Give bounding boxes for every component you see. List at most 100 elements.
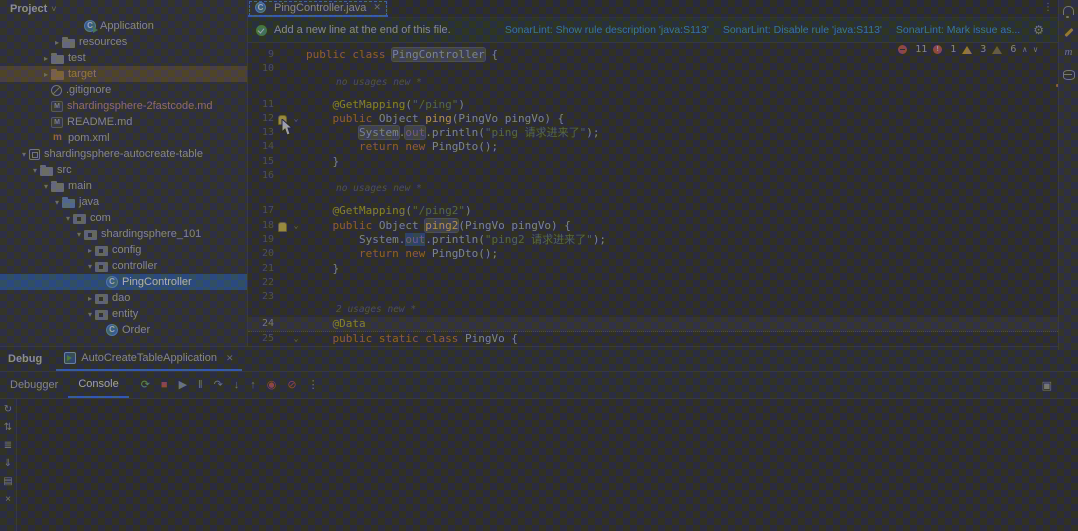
collapsed-arrow-icon[interactable]: ▸ [41, 70, 51, 79]
gear-icon[interactable]: ⚙ [1033, 23, 1044, 37]
line-number: 23 [248, 290, 274, 304]
weak-warning-count: 6 [1010, 44, 1016, 55]
tree-item-pom-xml[interactable]: mpom.xml [0, 130, 247, 146]
step-out-button[interactable]: ↑ [250, 380, 256, 391]
soft-wrap-icon[interactable]: ≣ [4, 440, 12, 451]
sort-icon[interactable]: ⇅ [4, 422, 12, 433]
code-area[interactable]: 11 !1 3 6 ∧ ∨ 9public class PingControll… [248, 43, 1078, 346]
tree-item-label: java [79, 196, 99, 208]
line-number: 20 [248, 247, 274, 261]
view-breakpoints-button[interactable]: ◉ [267, 380, 277, 391]
project-panel-title[interactable]: Project [10, 3, 47, 15]
inspections-widget[interactable]: 11 !1 3 6 ∧ ∨ [898, 44, 1038, 55]
fold-arrow-icon[interactable]: ⌄ [290, 219, 302, 233]
code-lines: 9public class PingController {10no usage… [248, 48, 1078, 346]
inlay-hint: no usages new * [248, 183, 1078, 204]
tree-item-resources[interactable]: ▸resources [0, 34, 247, 50]
sonarlint-link[interactable]: SonarLint: Mark issue as... [896, 24, 1020, 36]
layout-settings-icon[interactable]: ▣ [1042, 379, 1052, 392]
fold-arrow-icon[interactable]: ⌄ [290, 332, 302, 346]
tree-item-shardingsphere-2fastcode-md[interactable]: Mshardingsphere-2fastcode.md [0, 98, 247, 114]
clear-icon[interactable]: × [5, 494, 11, 505]
collapsed-arrow-icon[interactable]: ▸ [85, 294, 95, 303]
tree-item-shardingsphere-101[interactable]: ▾shardingsphere_101 [0, 226, 247, 242]
print-icon[interactable]: ▤ [3, 476, 12, 487]
database-icon[interactable] [1063, 70, 1075, 80]
resume-button[interactable]: ▶ [179, 380, 187, 391]
debug-panel-title[interactable]: Debug [0, 353, 56, 365]
run-config-tab[interactable]: AutoCreateTableApplication ✕ [56, 347, 241, 371]
expanded-arrow-icon[interactable]: ▾ [41, 182, 51, 191]
pkg-icon [95, 310, 108, 320]
tree-item-java[interactable]: ▾ java [0, 194, 247, 210]
tree-item-label: controller [112, 260, 157, 272]
tree-item-label: shardingsphere-autocreate-table [44, 148, 203, 160]
folder-src-icon [62, 199, 75, 208]
expanded-arrow-icon[interactable]: ▾ [19, 150, 29, 159]
tree-item-test[interactable]: ▸test [0, 50, 247, 66]
line-number: 13 [248, 126, 274, 140]
chevron-down-icon[interactable]: ˅ [51, 4, 56, 14]
rerun-icon[interactable]: ↻ [4, 404, 12, 415]
pkg-icon [84, 230, 97, 240]
close-icon[interactable]: ✕ [373, 2, 381, 13]
expanded-arrow-icon[interactable]: ▾ [52, 198, 62, 207]
tree-item-src[interactable]: ▾src [0, 162, 247, 178]
line-number: 17 [248, 204, 274, 218]
code-line-12: 12⌄ public Object ping(PingVo pingVo) { [248, 112, 1078, 126]
collapsed-arrow-icon[interactable]: ▸ [85, 246, 95, 255]
folder-icon [40, 167, 53, 176]
code-line-13: 13 System.out.println("ping 请求进来了"); [248, 126, 1078, 140]
project-tree: CApplication▸resources▸test▸target.gitig… [0, 18, 247, 338]
intention-bulb-icon[interactable] [278, 222, 287, 232]
tree-item-main[interactable]: ▾main [0, 178, 247, 194]
editor-tab-pingcontroller[interactable]: C PingController.java ✕ [248, 0, 388, 17]
tree-item-application[interactable]: CApplication [0, 18, 247, 34]
editor-options-icon[interactable]: ⋮ [1043, 2, 1054, 13]
tree-item-com[interactable]: ▾com [0, 210, 247, 226]
expanded-arrow-icon[interactable]: ▾ [74, 230, 84, 239]
pause-button[interactable]: ‖ [198, 380, 203, 391]
collapsed-arrow-icon[interactable]: ▸ [41, 54, 51, 63]
tree-item-target[interactable]: ▸target [0, 66, 247, 82]
sonarlint-link[interactable]: SonarLint: Show rule description 'java:S… [505, 24, 709, 36]
tree-item-readme-md[interactable]: MREADME.md [0, 114, 247, 130]
rerun-button[interactable]: ⟳ [141, 380, 150, 391]
scroll-to-end-icon[interactable]: ⇓ [4, 458, 12, 469]
step-over-button[interactable]: ↷ [214, 380, 223, 391]
tree-item-pingcontroller[interactable]: CPingController [0, 274, 247, 290]
sonarlint-link[interactable]: SonarLint: Disable rule 'java:S113' [723, 24, 882, 36]
maven-icon[interactable]: m [1065, 46, 1073, 58]
console-area[interactable]: ↻ ⇅ ≣ ⇓ ▤ × [0, 399, 1078, 531]
error-count: 1 [950, 44, 956, 55]
debug-tab-debugger[interactable]: Debugger [0, 372, 68, 398]
tree-item-controller[interactable]: ▾ controller [0, 258, 247, 274]
tree-item-shardingsphere-autocreate-table[interactable]: ▾ shardingsphere-autocreate-table [0, 146, 247, 162]
weak-warning-icon [992, 46, 1002, 54]
next-issue-icon[interactable]: ∨ [1033, 45, 1038, 54]
code-line-14: 14 return new PingDto(); [248, 140, 1078, 154]
stop-button[interactable]: ■ [161, 380, 168, 391]
tree-item-entity[interactable]: ▾entity [0, 306, 247, 322]
run-config-label: AutoCreateTableApplication [81, 352, 217, 364]
expanded-arrow-icon[interactable]: ▾ [85, 262, 95, 271]
close-icon[interactable]: ✕ [226, 353, 234, 364]
tree-item-dao[interactable]: ▸ dao [0, 290, 247, 306]
tree-item-label: dao [112, 292, 130, 304]
prev-issue-icon[interactable]: ∧ [1022, 45, 1027, 54]
collapsed-arrow-icon[interactable]: ▸ [52, 38, 62, 47]
console-output[interactable] [17, 399, 1078, 531]
step-into-button[interactable]: ↓ [234, 380, 240, 391]
notifications-bell-icon[interactable] [1063, 6, 1074, 15]
tree-item-config[interactable]: ▸config [0, 242, 247, 258]
debug-tab-console[interactable]: Console [68, 372, 128, 398]
expanded-arrow-icon[interactable]: ▾ [85, 310, 95, 319]
mute-breakpoints-button[interactable]: ⊘ [287, 380, 296, 391]
tree-item-order[interactable]: COrder [0, 322, 247, 338]
debug-panel: Debug AutoCreateTableApplication ✕ Debug… [0, 347, 1078, 531]
expanded-arrow-icon[interactable]: ▾ [63, 214, 73, 223]
build-tool-icon[interactable] [1064, 28, 1073, 37]
tree-item-gitignore[interactable]: .gitignore [0, 82, 247, 98]
expanded-arrow-icon[interactable]: ▾ [30, 166, 40, 175]
more-options-button[interactable]: ⋮ [308, 380, 319, 391]
